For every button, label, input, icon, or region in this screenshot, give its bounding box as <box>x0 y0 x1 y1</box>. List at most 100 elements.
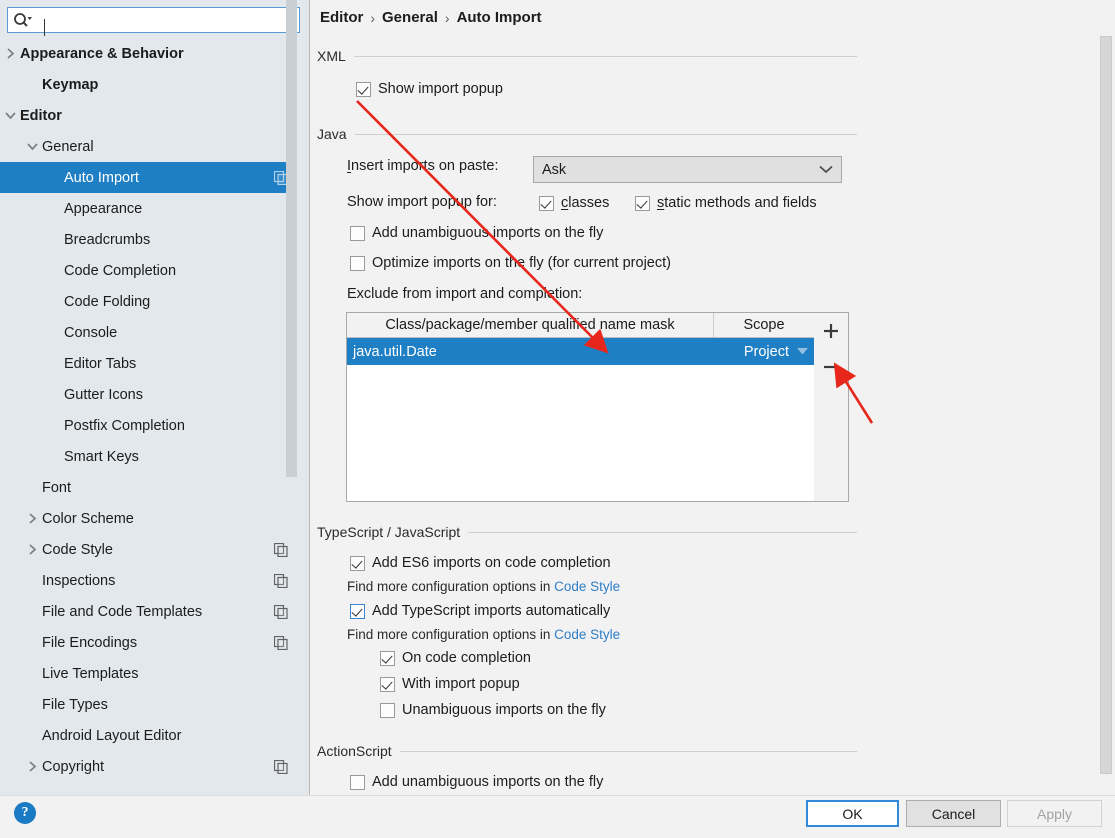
sidebar-item-appearance-behavior[interactable]: Appearance & Behavior <box>0 38 294 69</box>
java-classes-row[interactable]: classes <box>539 195 609 211</box>
sidebar-item-editor-tabs[interactable]: Editor Tabs <box>0 348 294 379</box>
sidebar-item-code-folding[interactable]: Code Folding <box>0 286 294 317</box>
apply-button[interactable]: Apply <box>1007 800 1102 827</box>
ok-button[interactable]: OK <box>806 800 899 827</box>
sidebar-item-inspections[interactable]: Inspections <box>0 565 294 596</box>
java-add-unambiguous-row[interactable]: Add unambiguous imports on the fly <box>350 225 603 241</box>
ts-on-code-completion-label[interactable]: On code completion <box>402 650 531 666</box>
sidebar-item-code-completion[interactable]: Code Completion <box>0 255 294 286</box>
exclude-table[interactable]: Class/package/member qualified name mask… <box>346 312 815 502</box>
sidebar-scrollbar-track[interactable] <box>286 0 303 757</box>
table-row[interactable]: java.util.Date Project <box>347 338 814 365</box>
xml-show-import-popup-checkbox[interactable] <box>356 81 371 97</box>
ts-on-code-completion-checkbox[interactable] <box>380 650 395 666</box>
search-box[interactable] <box>7 7 300 36</box>
breadcrumb-editor[interactable]: Editor <box>320 9 363 26</box>
sidebar-item-editor[interactable]: Editor <box>0 100 294 131</box>
ts-add-es6-checkbox[interactable] <box>350 555 365 571</box>
ts-add-auto-checkbox[interactable] <box>350 603 365 619</box>
copy-settings-icon[interactable] <box>268 573 294 588</box>
sidebar-item-appearance[interactable]: Appearance <box>0 193 294 224</box>
settings-content-panel: Editor › General › Auto Import XML Show … <box>311 0 1115 795</box>
sidebar-item-copyright[interactable]: Copyright <box>0 751 294 782</box>
ts-add-es6-row[interactable]: Add ES6 imports on code completion <box>350 555 611 571</box>
search-input[interactable] <box>38 9 299 31</box>
copy-settings-icon[interactable] <box>268 542 294 557</box>
cell-scope[interactable]: Project <box>714 344 814 360</box>
sidebar-item-general[interactable]: General <box>0 131 294 162</box>
xml-show-import-popup-row[interactable]: Show import popup <box>356 81 857 97</box>
java-classes-checkbox[interactable] <box>539 195 554 211</box>
settings-tree[interactable]: Appearance & Behavior Keymap Editor General… <box>0 38 294 795</box>
insert-imports-on-paste-combobox[interactable]: Ask <box>533 156 842 183</box>
copy-settings-icon[interactable] <box>268 635 294 650</box>
chevron-right-icon[interactable] <box>22 513 42 524</box>
sidebar-item-code-style[interactable]: Code Style <box>0 534 294 565</box>
sidebar-item-postfix-completion[interactable]: Postfix Completion <box>0 410 294 441</box>
column-header-scope[interactable]: Scope <box>714 313 814 337</box>
chevron-down-icon[interactable] <box>0 110 20 121</box>
sidebar-item-breadcrumbs[interactable]: Breadcrumbs <box>0 224 294 255</box>
ts-unambiguous-row[interactable]: Unambiguous imports on the fly <box>380 702 606 718</box>
help-icon[interactable]: ? <box>14 802 36 824</box>
java-classes-label[interactable]: classes <box>561 195 609 211</box>
sidebar-item-label: File Encodings <box>42 634 138 651</box>
java-optimize-imports-label[interactable]: Optimize imports on the fly (for current… <box>372 255 671 271</box>
chevron-right-icon[interactable] <box>22 544 42 555</box>
ts-with-import-popup-checkbox[interactable] <box>380 676 395 692</box>
java-static-methods-label[interactable]: static methods and fields <box>657 195 817 211</box>
sidebar-item-console[interactable]: Console <box>0 317 294 348</box>
breadcrumb-general[interactable]: General <box>382 9 438 26</box>
sidebar-item-auto-import[interactable]: Auto Import <box>0 162 294 193</box>
sidebar-item-keymap[interactable]: Keymap <box>0 69 294 100</box>
ts-hint-2-link[interactable]: Code Style <box>554 627 620 642</box>
java-add-unambiguous-label[interactable]: Add unambiguous imports on the fly <box>372 225 603 241</box>
copy-settings-icon[interactable] <box>268 604 294 619</box>
divider <box>353 55 857 57</box>
sidebar-item-live-templates[interactable]: Live Templates <box>0 658 294 689</box>
ts-with-import-popup-label[interactable]: With import popup <box>402 676 520 692</box>
cell-mask[interactable]: java.util.Date <box>347 344 714 360</box>
remove-button[interactable] <box>818 354 844 380</box>
sidebar-item-color-scheme[interactable]: Color Scheme <box>0 503 294 534</box>
copy-settings-icon[interactable] <box>268 759 294 774</box>
ts-unambiguous-label[interactable]: Unambiguous imports on the fly <box>402 702 606 718</box>
chevron-right-icon[interactable] <box>22 761 42 772</box>
java-optimize-imports-checkbox[interactable] <box>350 255 365 271</box>
ts-add-auto-row[interactable]: Add TypeScript imports automatically <box>350 603 610 619</box>
java-add-unambiguous-checkbox[interactable] <box>350 225 365 241</box>
sidebar-item-label: Font <box>42 479 72 496</box>
sidebar-item-smart-keys[interactable]: Smart Keys <box>0 441 294 472</box>
sidebar-item-font[interactable]: Font <box>0 472 294 503</box>
sidebar-item-label: Color Scheme <box>42 510 134 527</box>
content-scrollbar-thumb[interactable] <box>1100 36 1112 774</box>
java-static-methods-row[interactable]: static methods and fields <box>635 195 817 211</box>
chevron-right-icon[interactable] <box>0 48 20 59</box>
chevron-down-icon[interactable] <box>819 165 833 174</box>
ts-hint-1-link[interactable]: Code Style <box>554 579 620 594</box>
ts-with-import-popup-row[interactable]: With import popup <box>380 676 520 692</box>
ts-add-es6-label[interactable]: Add ES6 imports on code completion <box>372 555 611 571</box>
as-add-unambiguous-checkbox[interactable] <box>350 774 365 790</box>
chevron-down-icon[interactable] <box>797 348 808 355</box>
sidebar-item-gutter-icons[interactable]: Gutter Icons <box>0 379 294 410</box>
cancel-button[interactable]: Cancel <box>906 800 1001 827</box>
java-optimize-imports-row[interactable]: Optimize imports on the fly (for current… <box>350 255 671 271</box>
sidebar-scrollbar-thumb[interactable] <box>286 0 297 477</box>
column-header-mask[interactable]: Class/package/member qualified name mask <box>347 313 714 337</box>
as-add-unambiguous-row[interactable]: Add unambiguous imports on the fly <box>350 774 603 790</box>
sidebar-item-android-layout-editor[interactable]: Android Layout Editor <box>0 720 294 751</box>
chevron-down-icon[interactable] <box>22 141 42 152</box>
java-static-methods-checkbox[interactable] <box>635 195 650 211</box>
search-icon[interactable] <box>8 8 38 32</box>
ts-on-code-completion-row[interactable]: On code completion <box>380 650 531 666</box>
ts-add-auto-label[interactable]: Add TypeScript imports automatically <box>372 603 610 619</box>
xml-show-import-popup-label[interactable]: Show import popup <box>378 81 503 97</box>
content-scrollbar-track[interactable] <box>1098 0 1115 795</box>
sidebar-item-file-encodings[interactable]: File Encodings <box>0 627 294 658</box>
sidebar-item-file-and-code-templates[interactable]: File and Code Templates <box>0 596 294 627</box>
add-button[interactable] <box>818 318 844 344</box>
sidebar-item-file-types[interactable]: File Types <box>0 689 294 720</box>
ts-unambiguous-checkbox[interactable] <box>380 702 395 718</box>
as-add-unambiguous-label[interactable]: Add unambiguous imports on the fly <box>372 774 603 790</box>
